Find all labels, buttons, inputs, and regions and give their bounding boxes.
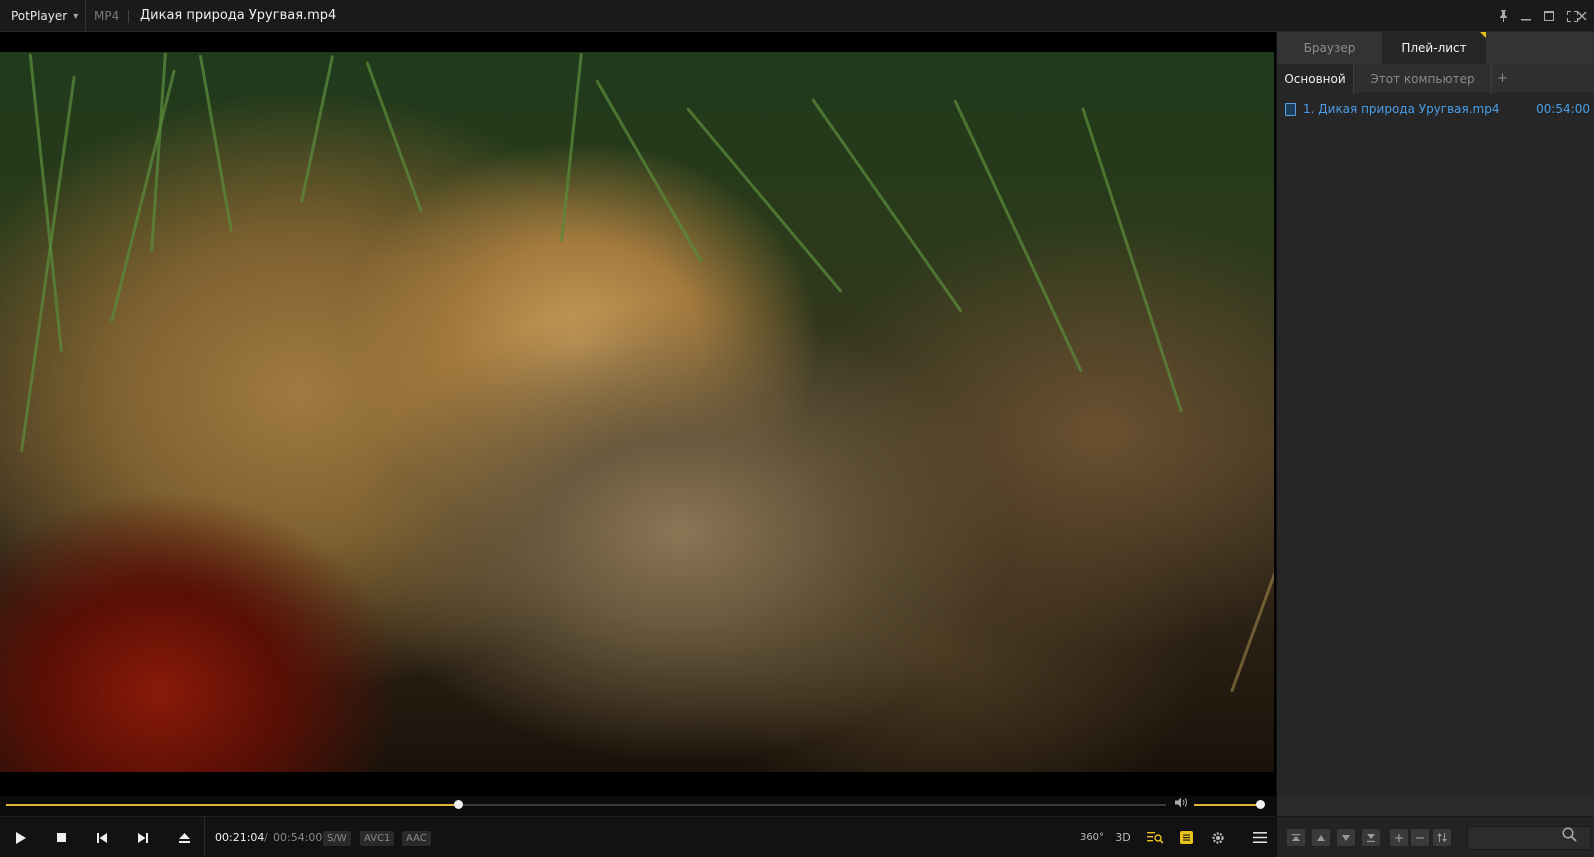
next-icon[interactable] [126, 817, 160, 857]
title-bar: PotPlayer ▾ MP4 Дикая природа Уругвая.mp… [0, 0, 1594, 32]
subtab-main-label: Основной [1284, 72, 1346, 86]
move-up-icon[interactable] [1312, 829, 1330, 846]
stop-icon[interactable] [44, 817, 78, 857]
minimize-icon[interactable] [1514, 0, 1538, 32]
controls-separator [204, 817, 205, 857]
panel-tabs: Браузер Плей-лист [1277, 32, 1594, 64]
gear-icon[interactable] [1203, 817, 1233, 857]
subtab-this-computer-label: Этот компьютер [1370, 72, 1475, 86]
add-playlist-button[interactable]: + [1497, 64, 1508, 94]
video-viewport[interactable] [0, 32, 1276, 796]
time-separator: / [264, 831, 268, 844]
close-icon[interactable] [1570, 0, 1594, 32]
stereo-3d-button[interactable]: 3D [1108, 817, 1138, 857]
window-title: Дикая природа Уругвая.mp4 [140, 8, 337, 23]
subtab-this-computer[interactable]: Этот компьютер [1354, 64, 1492, 94]
move-down-icon[interactable] [1337, 829, 1355, 846]
volume-handle[interactable] [1256, 800, 1265, 809]
subtab-main[interactable]: Основной [1277, 64, 1354, 94]
remove-item-icon[interactable] [1411, 829, 1429, 846]
seek-bar-handle[interactable] [454, 800, 464, 809]
control-bar: 00:21:04 / 00:54:00 S/W AVC1 AAC 360° 3D [0, 816, 1276, 857]
tab-playlist-label: Плей-лист [1401, 41, 1467, 55]
total-duration[interactable]: 00:54:00 [273, 817, 322, 857]
eject-icon[interactable] [167, 817, 201, 857]
pin-icon[interactable] [1491, 0, 1515, 32]
stereo-3d-label: 3D [1115, 831, 1131, 844]
current-time[interactable]: 00:21:04 [215, 817, 264, 857]
app-name: PotPlayer [11, 9, 68, 23]
video-file-icon [1285, 102, 1296, 116]
move-to-bottom-icon[interactable] [1362, 829, 1380, 846]
chevron-down-icon: ▾ [73, 10, 79, 22]
active-tab-marker [1480, 32, 1486, 38]
playlist-subtabs: Основной Этот компьютер + [1277, 64, 1594, 94]
seek-bar[interactable] [6, 800, 1166, 809]
vr-360-button[interactable]: 360° [1077, 817, 1107, 857]
previous-icon[interactable] [85, 817, 119, 857]
playlist-toolbar [1277, 816, 1594, 857]
playlist-items: 1. Дикая природа Уругвая.mp4 00:54:00 [1277, 95, 1594, 795]
video-search-icon[interactable] [1140, 817, 1170, 857]
menu-icon[interactable] [1245, 817, 1275, 857]
audio-codec-badge[interactable]: AAC [402, 831, 431, 846]
tab-browser-label: Браузер [1303, 41, 1356, 55]
seek-bar-progress [6, 804, 459, 806]
video-codec-badge[interactable]: AVC1 [360, 831, 395, 846]
playlist-item[interactable]: 1. Дикая природа Уругвая.mp4 00:54:00 [1285, 98, 1590, 120]
playlist-item-duration: 00:54:00 [1536, 102, 1590, 116]
tab-playlist[interactable]: Плей-лист [1382, 32, 1486, 64]
video-frame [0, 52, 1274, 772]
volume-level [1194, 804, 1260, 806]
title-separator [128, 10, 129, 23]
move-to-top-icon[interactable] [1287, 829, 1305, 846]
playlist-toggle-icon[interactable] [1171, 817, 1201, 857]
vr-360-label: 360° [1079, 832, 1105, 843]
add-item-icon[interactable] [1390, 829, 1408, 846]
volume-icon[interactable] [1175, 797, 1188, 811]
maximize-icon[interactable] [1537, 0, 1561, 32]
volume-slider[interactable] [1194, 800, 1265, 809]
play-icon[interactable] [4, 817, 38, 857]
sort-icon[interactable] [1433, 829, 1451, 846]
playlist-item-title: 1. Дикая природа Уругвая.mp4 [1303, 102, 1500, 116]
file-format-label: MP4 [94, 9, 120, 23]
search-icon[interactable] [1562, 827, 1577, 846]
playlist-panel: Браузер Плей-лист Основной Этот компьюте… [1276, 32, 1594, 857]
decoder-badge[interactable]: S/W [323, 831, 351, 846]
app-menu-button[interactable]: PotPlayer ▾ [0, 0, 86, 32]
tab-browser[interactable]: Браузер [1277, 32, 1382, 64]
